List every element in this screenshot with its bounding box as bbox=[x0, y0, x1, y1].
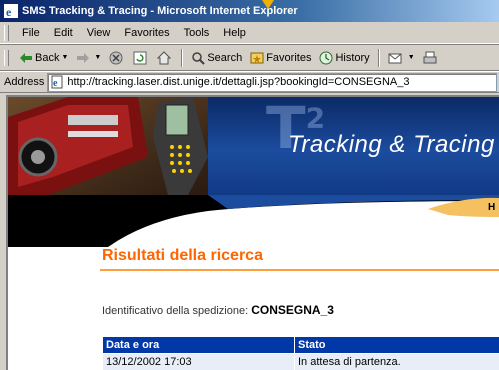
favorites-icon bbox=[250, 52, 264, 63]
toolbar: Back ▼ ▼ Search Favorites History ▼ bbox=[0, 45, 499, 71]
nav-partial-label[interactable]: H bbox=[488, 202, 495, 213]
favorites-button[interactable]: Favorites bbox=[246, 47, 315, 69]
menu-file[interactable]: File bbox=[15, 27, 47, 39]
site-banner: T2 Tracking & Tracing bbox=[8, 97, 499, 195]
svg-text:e: e bbox=[53, 78, 58, 89]
mail-dropdown-icon[interactable]: ▼ bbox=[408, 54, 415, 61]
menu-tools[interactable]: Tools bbox=[177, 27, 217, 39]
back-label: Back bbox=[35, 51, 60, 64]
cell-date: 13/12/2002 17:03 bbox=[102, 353, 295, 370]
shipment-id-value: CONSEGNA_3 bbox=[251, 303, 334, 317]
search-button[interactable]: Search bbox=[187, 47, 246, 69]
menu-edit[interactable]: Edit bbox=[47, 27, 80, 39]
truck-and-handheld-image bbox=[8, 97, 208, 195]
search-label: Search bbox=[207, 51, 243, 64]
banner-swoosh bbox=[8, 195, 499, 247]
table-row: 13/12/2002 17:03 In attesa di partenza. bbox=[102, 353, 499, 370]
history-icon bbox=[319, 51, 333, 64]
svg-text:e: e bbox=[6, 5, 12, 18]
mail-icon bbox=[388, 53, 402, 63]
home-button[interactable] bbox=[153, 47, 177, 69]
toolbar-separator bbox=[377, 48, 380, 67]
refresh-button[interactable] bbox=[129, 47, 153, 69]
history-label: History bbox=[335, 51, 370, 64]
forward-dropdown-icon[interactable]: ▼ bbox=[94, 54, 101, 61]
history-button[interactable]: History bbox=[315, 47, 373, 69]
title-divider bbox=[100, 269, 499, 271]
mail-button[interactable]: ▼ bbox=[384, 47, 419, 69]
print-icon bbox=[423, 51, 437, 63]
window-title: SMS Tracking & Tracing - Microsoft Inter… bbox=[22, 5, 298, 17]
menu-view[interactable]: View bbox=[80, 27, 118, 39]
refresh-icon bbox=[133, 51, 147, 64]
favorites-label: Favorites bbox=[266, 51, 312, 64]
print-button[interactable] bbox=[419, 47, 443, 69]
search-icon bbox=[192, 51, 206, 65]
banner-title: Tracking & Tracing bbox=[288, 131, 495, 158]
cell-status: In attesa di partenza. bbox=[294, 353, 499, 370]
address-url: http://tracking.laser.dist.unige.it/dett… bbox=[67, 76, 410, 88]
tracking-table: Data e ora Stato 13/12/2002 17:03 In att… bbox=[102, 336, 499, 370]
forward-arrow-icon bbox=[77, 52, 90, 63]
back-button[interactable]: Back ▼ bbox=[15, 47, 72, 69]
column-header-date: Data e ora bbox=[102, 336, 295, 354]
page-icon: e bbox=[51, 75, 63, 89]
table-header-row: Data e ora Stato bbox=[102, 336, 499, 354]
address-input[interactable]: e http://tracking.laser.dist.unige.it/de… bbox=[47, 72, 497, 92]
title-bar: e SMS Tracking & Tracing - Microsoft Int… bbox=[0, 0, 499, 22]
forward-button[interactable]: ▼ bbox=[72, 47, 105, 69]
stop-icon bbox=[109, 51, 123, 64]
column-header-status: Stato bbox=[294, 336, 499, 354]
address-label: Address bbox=[4, 76, 45, 88]
menu-help[interactable]: Help bbox=[216, 27, 253, 39]
ie-logo-icon: e bbox=[4, 4, 18, 18]
shipment-id-line: Identificativo della spedizione: CONSEGN… bbox=[102, 303, 334, 317]
toolbar-separator bbox=[181, 48, 184, 67]
shipment-id-label: Identificativo della spedizione: bbox=[102, 305, 249, 317]
home-icon bbox=[157, 50, 172, 64]
back-arrow-icon bbox=[20, 52, 32, 63]
page-title: Risultati della ricerca bbox=[102, 247, 263, 264]
page-viewport: T2 Tracking & Tracing H Risultati della … bbox=[6, 95, 499, 370]
pointer-marker-icon bbox=[262, 0, 274, 9]
menu-favorites[interactable]: Favorites bbox=[117, 27, 176, 39]
back-dropdown-icon[interactable]: ▼ bbox=[61, 54, 68, 61]
menu-grip bbox=[4, 24, 9, 41]
stop-button[interactable] bbox=[105, 47, 129, 69]
toolbar-grip bbox=[4, 49, 9, 66]
menu-bar: File Edit View Favorites Tools Help bbox=[0, 22, 499, 44]
address-bar: Address e http://tracking.laser.dist.uni… bbox=[0, 71, 499, 93]
